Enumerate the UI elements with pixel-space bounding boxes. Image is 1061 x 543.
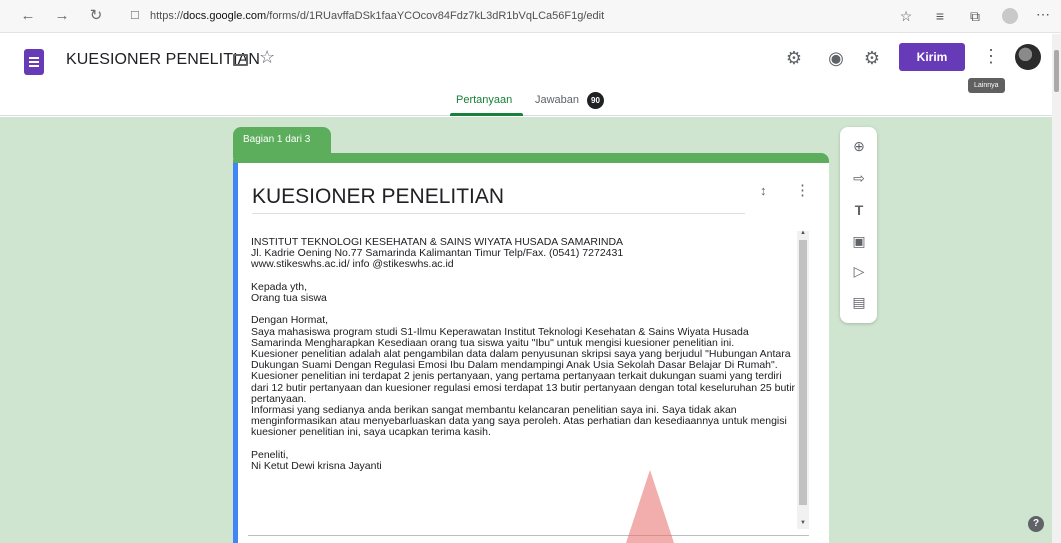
- document-title[interactable]: KUESIONER PENELITIAN: [66, 51, 260, 69]
- responses-count-badge: 90: [587, 92, 604, 109]
- add-video-icon[interactable]: ▷: [850, 262, 868, 280]
- tab-questions[interactable]: Pertanyaan: [456, 94, 512, 106]
- watermark-shape: [626, 470, 674, 543]
- more-options-icon[interactable]: ⋮: [982, 46, 1000, 67]
- scroll-down-arrow-icon[interactable]: ▼: [800, 520, 806, 526]
- collections-icon[interactable]: ⧉: [965, 6, 985, 26]
- more-tooltip: Lainnya: [968, 78, 1005, 93]
- scroll-up-arrow-icon[interactable]: ▲: [800, 230, 806, 236]
- collapse-section-icon[interactable]: ↕: [760, 183, 767, 198]
- active-tab-indicator: [450, 113, 523, 116]
- refresh-icon[interactable]: ↻: [86, 6, 106, 26]
- description-scrollbar-thumb[interactable]: [799, 240, 807, 505]
- help-icon[interactable]: ?: [1028, 516, 1044, 532]
- add-question-icon[interactable]: ⊕: [850, 137, 868, 155]
- add-image-icon[interactable]: ▣: [850, 232, 868, 250]
- browser-toolbar: ← → ↻ ☐ https://docs.google.com/forms/d/…: [0, 0, 1061, 33]
- form-description-input[interactable]: INSTITUT TEKNOLOGI KESEHATAN & SAINS WIY…: [248, 231, 809, 536]
- add-title-icon[interactable]: T: [850, 201, 868, 219]
- browser-more-icon[interactable]: ⋯: [1036, 6, 1050, 23]
- preview-eye-icon[interactable]: ◉: [824, 46, 848, 70]
- lock-icon: ☐: [130, 10, 140, 22]
- page-scrollbar[interactable]: [1052, 34, 1061, 543]
- send-button[interactable]: Kirim: [899, 43, 965, 71]
- favorites-icon[interactable]: ≡: [930, 6, 950, 26]
- back-icon[interactable]: ←: [18, 6, 38, 26]
- add-section-icon[interactable]: ▤: [850, 293, 868, 311]
- tab-responses[interactable]: Jawaban: [535, 94, 579, 106]
- settings-gear-icon[interactable]: ⚙: [860, 46, 884, 70]
- selected-card-indicator: [233, 163, 238, 543]
- page-scrollbar-thumb[interactable]: [1054, 50, 1059, 92]
- forms-logo-icon[interactable]: [24, 49, 44, 75]
- favorite-add-icon[interactable]: ☆: [896, 6, 916, 26]
- folder-icon[interactable]: [233, 54, 248, 66]
- form-title-input[interactable]: KUESIONER PENELITIAN: [252, 185, 504, 209]
- form-description-text: INSTITUT TEKNOLOGI KESEHATAN & SAINS WIY…: [251, 236, 796, 473]
- address-bar[interactable]: ☐ https://docs.google.com/forms/d/1RUavf…: [120, 5, 890, 27]
- url-text: https://docs.google.com/forms/d/1RUavffa…: [150, 10, 605, 22]
- forward-icon[interactable]: →: [52, 6, 72, 26]
- avatar[interactable]: [1015, 44, 1041, 70]
- import-questions-icon[interactable]: ⇨: [850, 169, 868, 187]
- palette-icon[interactable]: ⚙: [782, 46, 806, 70]
- section-more-icon[interactable]: ⋮: [795, 181, 810, 199]
- star-icon[interactable]: ☆: [259, 47, 275, 68]
- title-underline: [252, 213, 745, 214]
- profile-icon[interactable]: [1002, 8, 1018, 24]
- forms-header: KUESIONER PENELITIAN ☆ ⚙ ◉ ⚙ Kirim ⋮ Lai…: [0, 34, 1052, 116]
